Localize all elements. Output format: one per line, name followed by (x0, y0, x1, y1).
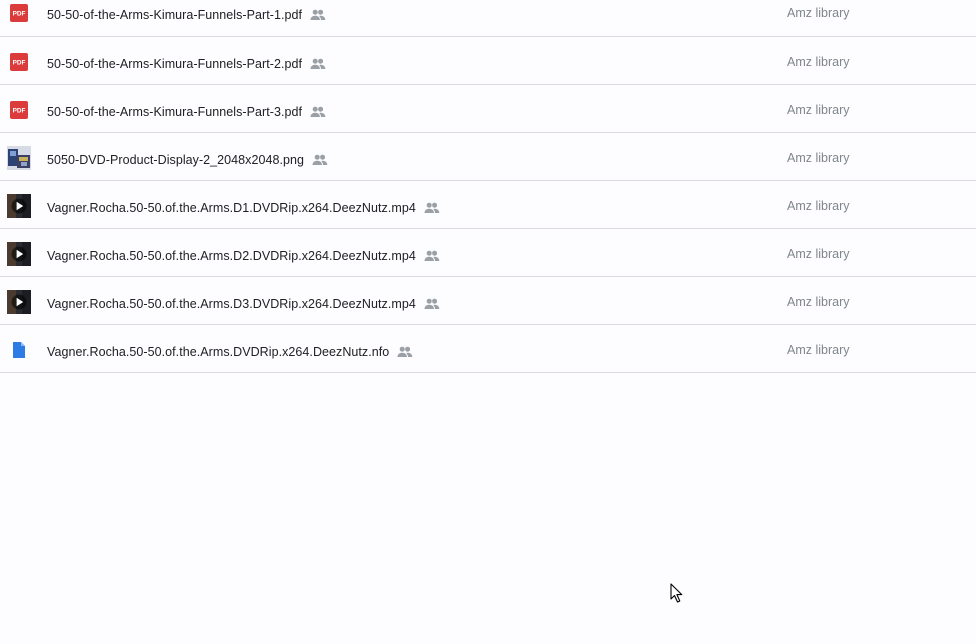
people-icon (424, 202, 440, 213)
file-owner: Amz library (787, 55, 850, 69)
file-owner: Amz library (787, 199, 850, 213)
file-name-group: Vagner.Rocha.50-50.of.the.Arms.D3.DVDRip… (47, 295, 440, 313)
file-owner: Amz library (787, 6, 850, 20)
people-icon (424, 298, 440, 309)
file-name[interactable]: Vagner.Rocha.50-50.of.the.Arms.D2.DVDRip… (47, 249, 416, 263)
video-thumbnail-icon (7, 290, 31, 314)
file-name[interactable]: 50-50-of-the-Arms-Kimura-Funnels-Part-2.… (47, 57, 302, 71)
file-name[interactable]: 50-50-of-the-Arms-Kimura-Funnels-Part-1.… (47, 8, 302, 22)
pdf-label: PDF (13, 11, 26, 18)
file-name[interactable]: 50-50-of-the-Arms-Kimura-Funnels-Part-3.… (47, 105, 302, 119)
pdf-label: PDF (13, 60, 26, 67)
file-name[interactable]: 5050-DVD-Product-Display-2_2048x2048.png (47, 153, 304, 167)
pdf-file-icon: PDF (10, 53, 28, 71)
file-owner: Amz library (787, 151, 850, 165)
file-name-group: Vagner.Rocha.50-50.of.the.Arms.D2.DVDRip… (47, 247, 440, 265)
file-name-group: 50-50-of-the-Arms-Kimura-Funnels-Part-3.… (47, 103, 326, 121)
mouse-pointer-icon (670, 583, 683, 603)
image-thumbnail-icon (7, 146, 31, 170)
file-owner: Amz library (787, 103, 850, 117)
file-row[interactable]: PDF 50-50-of-the-Arms-Kimura-Funnels-Par… (0, 37, 976, 85)
file-row[interactable]: Vagner.Rocha.50-50.of.the.Arms.DVDRip.x2… (0, 325, 976, 373)
file-owner: Amz library (787, 247, 850, 261)
file-name-group: 50-50-of-the-Arms-Kimura-Funnels-Part-2.… (47, 55, 326, 73)
video-thumbnail-icon (7, 242, 31, 266)
people-icon (310, 9, 326, 20)
people-icon (310, 106, 326, 117)
document-file-icon (13, 342, 25, 358)
pdf-label: PDF (13, 108, 26, 115)
file-name-group: 50-50-of-the-Arms-Kimura-Funnels-Part-1.… (47, 6, 326, 24)
file-owner: Amz library (787, 343, 850, 357)
pdf-file-icon: PDF (10, 101, 28, 119)
file-row[interactable]: PDF 50-50-of-the-Arms-Kimura-Funnels-Par… (0, 85, 976, 133)
file-owner: Amz library (787, 295, 850, 309)
people-icon (397, 346, 413, 357)
file-row[interactable]: Vagner.Rocha.50-50.of.the.Arms.D1.DVDRip… (0, 181, 976, 229)
file-name-group: 5050-DVD-Product-Display-2_2048x2048.png (47, 151, 328, 169)
file-list: PDF 50-50-of-the-Arms-Kimura-Funnels-Par… (0, 0, 976, 373)
file-name[interactable]: Vagner.Rocha.50-50.of.the.Arms.D1.DVDRip… (47, 201, 416, 215)
file-name-group: Vagner.Rocha.50-50.of.the.Arms.D1.DVDRip… (47, 199, 440, 217)
file-name-group: Vagner.Rocha.50-50.of.the.Arms.DVDRip.x2… (47, 343, 413, 361)
pdf-file-icon: PDF (10, 4, 28, 22)
people-icon (424, 250, 440, 261)
file-name[interactable]: Vagner.Rocha.50-50.of.the.Arms.D3.DVDRip… (47, 297, 416, 311)
people-icon (312, 154, 328, 165)
file-row[interactable]: PDF 50-50-of-the-Arms-Kimura-Funnels-Par… (0, 0, 976, 37)
file-row[interactable]: Vagner.Rocha.50-50.of.the.Arms.D2.DVDRip… (0, 229, 976, 277)
video-thumbnail-icon (7, 194, 31, 218)
file-row[interactable]: 5050-DVD-Product-Display-2_2048x2048.png… (0, 133, 976, 181)
file-row[interactable]: Vagner.Rocha.50-50.of.the.Arms.D3.DVDRip… (0, 277, 976, 325)
people-icon (310, 58, 326, 69)
file-name[interactable]: Vagner.Rocha.50-50.of.the.Arms.DVDRip.x2… (47, 345, 389, 359)
